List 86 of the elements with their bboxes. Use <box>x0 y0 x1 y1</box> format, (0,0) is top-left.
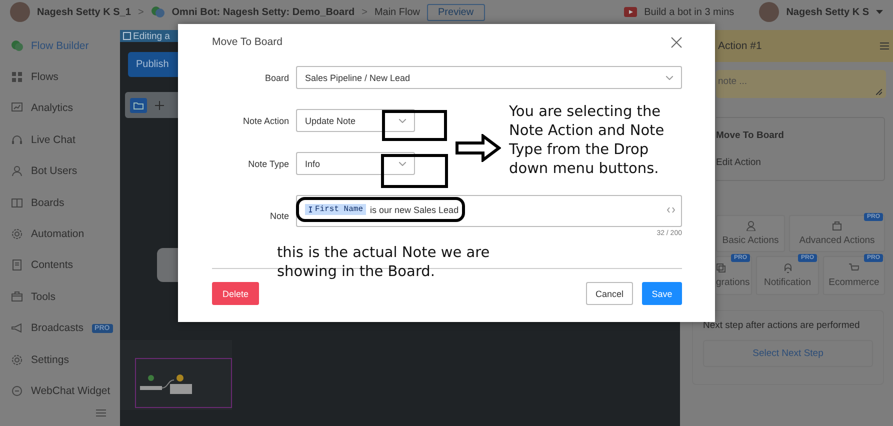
chat-bubbles-icon <box>150 6 165 18</box>
save-button[interactable]: Save <box>642 282 682 305</box>
chart-icon <box>11 102 23 114</box>
layers-icon <box>716 263 726 273</box>
edit-action-link[interactable]: Edit Action <box>716 157 884 168</box>
tile-label: Advanced Actions <box>799 235 875 246</box>
dropdown[interactable]: Info <box>296 152 415 175</box>
preview-button[interactable]: Preview <box>427 4 485 20</box>
columns-icon <box>11 196 23 209</box>
delete-button[interactable]: Delete <box>212 282 259 305</box>
cancel-button[interactable]: Cancel <box>586 282 633 305</box>
resize-handle-icon <box>876 89 882 95</box>
field-label: Board <box>264 72 289 82</box>
dialog-title: Move To Board <box>212 36 282 48</box>
breadcrumb-separator: > <box>138 6 144 18</box>
highlight-box <box>382 110 447 141</box>
action-name: Move To Board <box>716 130 785 141</box>
sidebar-item[interactable]: Automation <box>0 218 120 250</box>
sidebar-item[interactable]: Live Chat <box>0 124 120 156</box>
tile-label: Basic Actions <box>722 235 779 246</box>
avatar <box>10 2 30 22</box>
publish-button[interactable]: Publish <box>128 52 178 77</box>
grid-icon <box>11 71 23 84</box>
user-avatar <box>759 2 780 22</box>
dropdown-value: Update Note <box>305 116 356 126</box>
note-field[interactable]: First Name is our new Sales Lead <box>296 195 682 227</box>
folder-plus-icon[interactable] <box>130 98 147 112</box>
account-name: Nagesh Setty K S_1 <box>37 6 131 18</box>
code-icon <box>667 207 675 213</box>
gear-icon <box>11 228 23 240</box>
sidebar-item[interactable]: Flow Builder <box>0 30 120 62</box>
flow-node <box>157 248 178 282</box>
sidebar-item[interactable]: Analytics <box>0 92 120 124</box>
variable-chip: First Name <box>305 204 366 215</box>
close-icon[interactable] <box>671 36 682 48</box>
dropdown-value: Info <box>305 158 320 168</box>
menu-icon[interactable] <box>96 408 106 417</box>
dropdown-value: Sales Pipeline / New Lead <box>305 72 410 82</box>
sidebar-item[interactable]: Contents <box>0 250 120 282</box>
field-label: Note <box>268 211 289 221</box>
chevron-down-icon <box>399 118 406 122</box>
menu-icon[interactable] <box>880 42 889 50</box>
dropdown[interactable]: Update Note <box>296 109 415 132</box>
note-text: is our new Sales Lead <box>370 204 459 214</box>
sidebar-item[interactable]: Flows <box>0 61 120 93</box>
annotation-text: You are selecting the Note Action and Note Type from the Drop down menu buttons. <box>509 103 666 179</box>
tile-label: grations <box>716 277 750 288</box>
caret-icon[interactable] <box>876 10 883 14</box>
sidebar-item[interactable]: Settings <box>0 344 120 376</box>
dropdown[interactable]: Sales Pipeline / New Lead <box>296 66 682 89</box>
flow-name[interactable]: Main Flow <box>374 6 420 18</box>
headset-icon <box>11 134 23 146</box>
note-field[interactable]: note ... <box>716 70 886 98</box>
chevron-down-icon <box>399 162 406 166</box>
sidebar-item[interactable]: Boards <box>0 186 120 218</box>
gear-icon <box>11 354 23 366</box>
briefcase-icon <box>832 221 842 231</box>
tile-label: Notification <box>764 277 811 288</box>
action-tile[interactable]: Basic Actions <box>716 215 785 252</box>
user-name[interactable]: Nagesh Setty K S <box>786 6 869 18</box>
breadcrumb-separator: > <box>362 6 368 18</box>
tile-label: Ecommerce <box>828 277 880 288</box>
panel-title: Action #1 <box>718 40 762 52</box>
sidebar-item[interactable]: WebChat Widget <box>0 375 120 407</box>
right-arrow-icon <box>455 134 501 162</box>
bot-name[interactable]: Omni Bot: Nagesh Setty: Demo_Board <box>172 6 355 18</box>
annotation-text: this is the actual Note we are showing in the Board. <box>277 244 491 282</box>
plus-icon[interactable] <box>155 100 164 110</box>
field-label: Note Type <box>247 158 289 168</box>
sidebar-item[interactable]: Bot Users <box>0 156 120 187</box>
select-next-step-button[interactable]: Select Next Step <box>703 340 873 367</box>
note-placeholder: note ... <box>718 76 748 89</box>
video-play-icon <box>624 7 638 17</box>
chevron-down-icon <box>666 76 673 80</box>
document-icon <box>11 259 23 272</box>
megaphone-icon <box>11 322 23 334</box>
toolbox-icon <box>11 290 23 303</box>
tutorial-link[interactable]: Build a bot in 3 mins <box>644 6 734 18</box>
highlight-box <box>381 154 448 188</box>
field-label: Note Action <box>242 116 289 126</box>
next-step-text: Next step after actions are performed <box>703 320 861 331</box>
bell-icon <box>782 263 792 273</box>
cart-icon <box>849 263 859 273</box>
banner-text: Editing a <box>133 30 170 42</box>
sidebar-item[interactable]: Tools <box>0 281 120 313</box>
chat-bubbles-icon <box>11 40 23 52</box>
